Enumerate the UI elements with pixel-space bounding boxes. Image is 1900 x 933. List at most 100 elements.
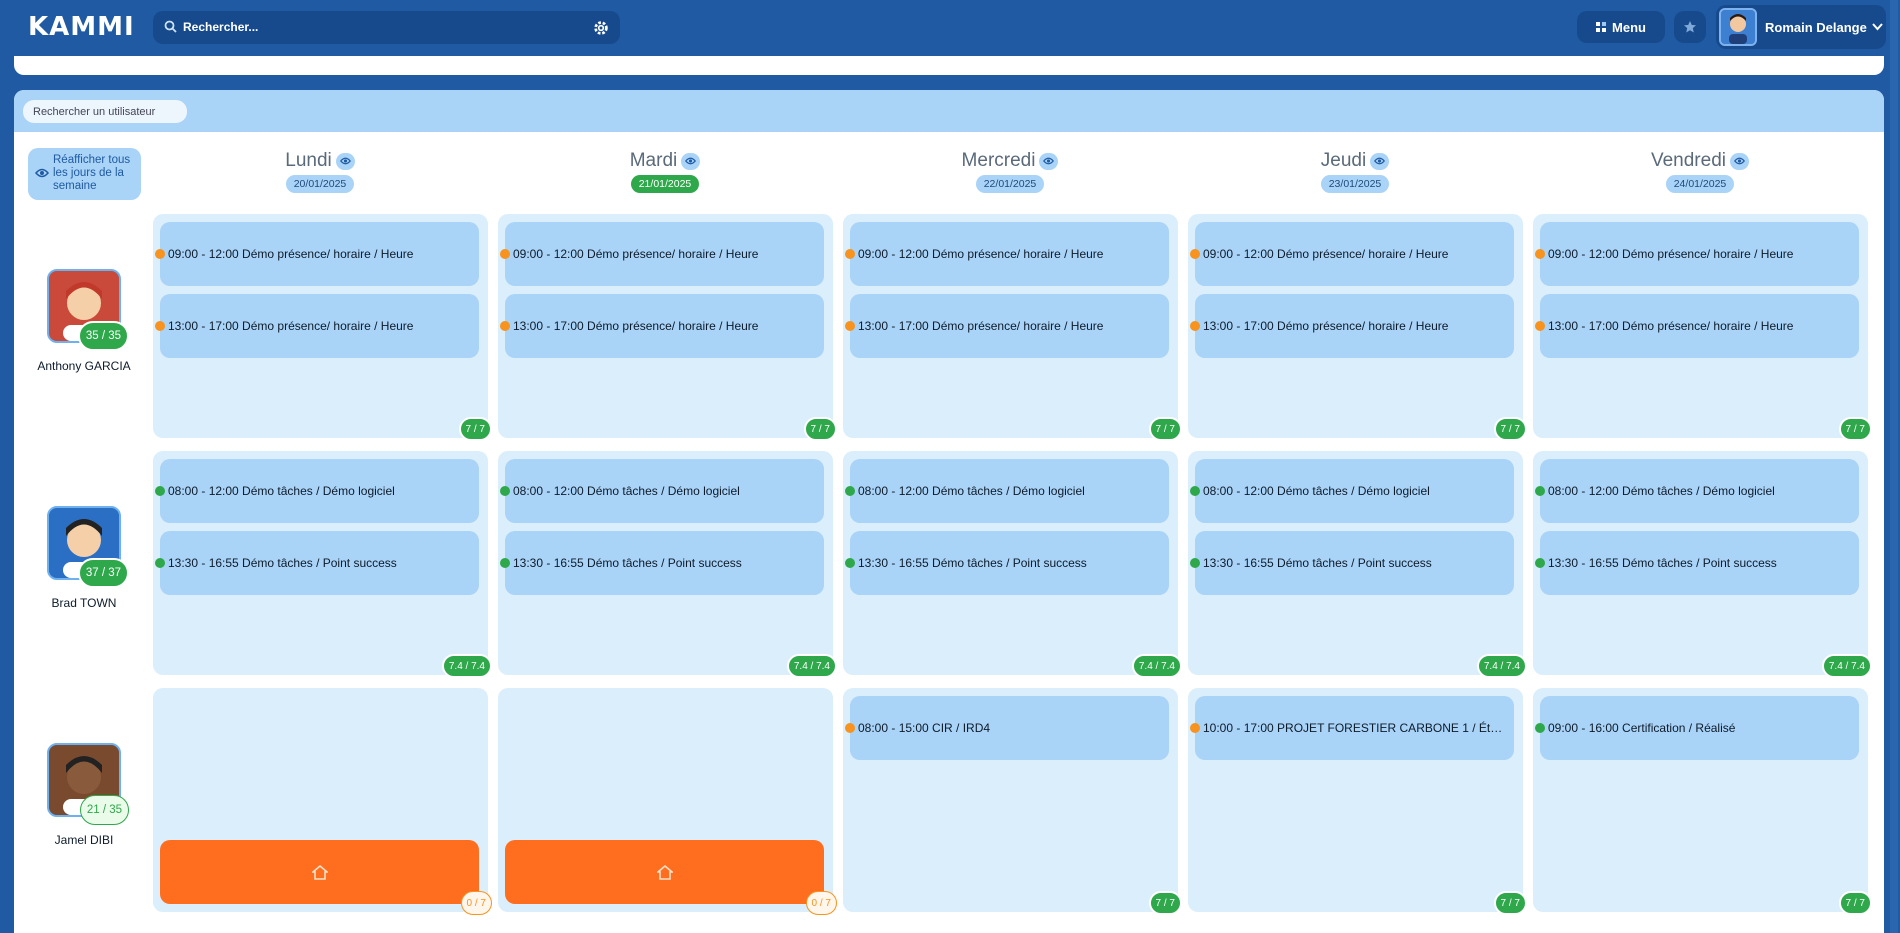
planning-event[interactable]: 13:00 - 17:00 Démo présence/ horaire / H…	[1535, 294, 1859, 358]
app-logo[interactable]: KAMMI	[28, 12, 135, 42]
absence-block[interactable]	[505, 840, 824, 904]
event-label: 08:00 - 12:00 Démo tâches / Démo logicie…	[168, 484, 395, 498]
day-cell[interactable]: 09:00 - 12:00 Démo présence/ horaire / H…	[498, 214, 837, 441]
planning-event[interactable]: 13:30 - 16:55 Démo tâches / Point succes…	[500, 531, 824, 595]
day-hours-badge: 7 / 7	[1148, 417, 1182, 441]
status-dot	[500, 558, 510, 568]
day-name: Mercredi	[962, 150, 1059, 172]
planning-event[interactable]: 13:00 - 17:00 Démo présence/ horaire / H…	[500, 294, 824, 358]
event-label: 08:00 - 12:00 Démo tâches / Démo logicie…	[513, 484, 740, 498]
status-dot	[1535, 558, 1545, 568]
day-name: Mardi	[630, 150, 701, 172]
menu-label: Menu	[1612, 19, 1646, 35]
status-dot	[845, 249, 855, 259]
planning-event[interactable]: 09:00 - 12:00 Démo présence/ horaire / H…	[155, 222, 479, 286]
day-cell[interactable]: 09:00 - 16:00 Certification / Réalisé 7 /…	[1533, 688, 1872, 915]
user-name-label: Jamel DIBI	[54, 833, 114, 847]
week-hours-badge: 21 / 35	[79, 795, 129, 825]
status-dot	[1190, 486, 1200, 496]
day-hours-badge: 7.4 / 7.4	[441, 654, 492, 678]
gear-icon[interactable]	[592, 19, 610, 37]
day-hours-badge: 7 / 7	[1838, 891, 1872, 915]
day-cell[interactable]: 08:00 - 12:00 Démo tâches / Démo logicie…	[1188, 451, 1527, 678]
hide-day-icon[interactable]	[335, 152, 355, 170]
day-name: Vendredi	[1651, 150, 1749, 172]
day-cell[interactable]: 09:00 - 12:00 Démo présence/ horaire / H…	[153, 214, 492, 441]
planning-event[interactable]: 13:00 - 17:00 Démo présence/ horaire / H…	[845, 294, 1169, 358]
day-cell[interactable]: 08:00 - 12:00 Démo tâches / Démo logicie…	[1533, 451, 1872, 678]
day-hours-badge: 7 / 7	[1838, 417, 1872, 441]
day-cell[interactable]: 0 / 7	[153, 688, 492, 915]
planning-event[interactable]: 08:00 - 15:00 CIR / IRD4	[845, 696, 1169, 760]
planning-event[interactable]: 08:00 - 12:00 Démo tâches / Démo logicie…	[1535, 459, 1859, 523]
user-card[interactable]: 37 / 37 Brad TOWN	[28, 506, 140, 610]
reshow-days-button[interactable]: Réafficher tous les jours de la semaine	[28, 148, 141, 200]
day-date: 24/01/2025	[1665, 175, 1735, 193]
status-dot	[500, 321, 510, 331]
planning-event[interactable]: 09:00 - 12:00 Démo présence/ horaire / H…	[845, 222, 1169, 286]
day-cell[interactable]: 09:00 - 12:00 Démo présence/ horaire / H…	[1533, 214, 1872, 441]
event-label: 13:00 - 17:00 Démo présence/ horaire / H…	[1203, 319, 1449, 333]
day-date: 22/01/2025	[975, 175, 1045, 193]
day-hours-badge: 7 / 7	[803, 417, 837, 441]
event-label: 09:00 - 16:00 Certification / Réalisé	[1548, 721, 1736, 735]
star-icon	[1684, 21, 1696, 33]
status-dot	[500, 249, 510, 259]
user-card[interactable]: 21 / 35 Jamel DIBI	[28, 743, 140, 847]
day-date: 20/01/2025	[285, 175, 355, 193]
planning-event[interactable]: 13:30 - 16:55 Démo tâches / Point succes…	[1190, 531, 1514, 595]
reshow-label: Réafficher tous les jours de la semaine	[53, 154, 131, 192]
day-cell[interactable]: 10:00 - 17:00 PROJET FORESTIER CARBONE 1…	[1188, 688, 1527, 915]
user-avatar[interactable]: 37 / 37	[47, 506, 129, 588]
event-label: 09:00 - 12:00 Démo présence/ horaire / H…	[513, 247, 759, 261]
absence-block[interactable]	[160, 840, 479, 904]
favorites-button[interactable]	[1674, 11, 1706, 43]
hide-day-icon[interactable]	[1370, 152, 1390, 170]
planning-event[interactable]: 13:00 - 17:00 Démo présence/ horaire / H…	[155, 294, 479, 358]
day-cell[interactable]: 08:00 - 12:00 Démo tâches / Démo logicie…	[153, 451, 492, 678]
user-avatar[interactable]: 35 / 35	[47, 269, 129, 351]
user-menu[interactable]: Romain Delange	[1716, 5, 1886, 49]
day-hours-badge: 7 / 7	[1493, 417, 1527, 441]
day-cell[interactable]: 08:00 - 15:00 CIR / IRD4 7 / 7	[843, 688, 1182, 915]
hide-day-icon[interactable]	[1039, 152, 1059, 170]
status-dot	[500, 486, 510, 496]
planning-event[interactable]: 08:00 - 12:00 Démo tâches / Démo logicie…	[500, 459, 824, 523]
day-date: 23/01/2025	[1320, 175, 1390, 193]
user-card[interactable]: 35 / 35 Anthony GARCIA	[28, 269, 140, 373]
day-cell[interactable]: 0 / 7	[498, 688, 837, 915]
planning-event[interactable]: 13:00 - 17:00 Démo présence/ horaire / H…	[1190, 294, 1514, 358]
day-hours-badge: 7.4 / 7.4	[1476, 654, 1527, 678]
event-label: 08:00 - 12:00 Démo tâches / Démo logicie…	[858, 484, 1085, 498]
planning-event[interactable]: 09:00 - 12:00 Démo présence/ horaire / H…	[1535, 222, 1859, 286]
status-dot	[845, 321, 855, 331]
planning-event[interactable]: 09:00 - 12:00 Démo présence/ horaire / H…	[1190, 222, 1514, 286]
page-scrollbar[interactable]	[1890, 0, 1898, 933]
day-cell[interactable]: 09:00 - 12:00 Démo présence/ horaire / H…	[1188, 214, 1527, 441]
planning-event[interactable]: 09:00 - 12:00 Démo présence/ horaire / H…	[500, 222, 824, 286]
day-cell[interactable]: 08:00 - 12:00 Démo tâches / Démo logicie…	[498, 451, 837, 678]
collapsed-panel	[14, 56, 1884, 75]
search-input[interactable]: Rechercher...	[183, 20, 258, 34]
global-search[interactable]: Rechercher...	[153, 11, 620, 44]
user-search-input[interactable]	[23, 100, 187, 123]
event-label: 08:00 - 12:00 Démo tâches / Démo logicie…	[1548, 484, 1775, 498]
day-cell[interactable]: 09:00 - 12:00 Démo présence/ horaire / H…	[843, 214, 1182, 441]
menu-button[interactable]: Menu	[1577, 11, 1665, 43]
planning-event[interactable]: 13:30 - 16:55 Démo tâches / Point succes…	[1535, 531, 1859, 595]
planning-event[interactable]: 13:30 - 16:55 Démo tâches / Point succes…	[155, 531, 479, 595]
planning-event[interactable]: 13:30 - 16:55 Démo tâches / Point succes…	[845, 531, 1169, 595]
event-label: 13:00 - 17:00 Démo présence/ horaire / H…	[513, 319, 759, 333]
planning-event[interactable]: 08:00 - 12:00 Démo tâches / Démo logicie…	[845, 459, 1169, 523]
user-avatar[interactable]: 21 / 35	[47, 743, 129, 825]
day-name-label: Jeudi	[1320, 150, 1367, 171]
planning-event[interactable]: 08:00 - 12:00 Démo tâches / Démo logicie…	[155, 459, 479, 523]
planning-event[interactable]: 10:00 - 17:00 PROJET FORESTIER CARBONE 1…	[1190, 696, 1514, 760]
planning-event[interactable]: 09:00 - 16:00 Certification / Réalisé	[1535, 696, 1859, 760]
hide-day-icon[interactable]	[681, 152, 701, 170]
search-icon	[164, 20, 177, 33]
day-cell[interactable]: 08:00 - 12:00 Démo tâches / Démo logicie…	[843, 451, 1182, 678]
day-hours-badge: 7 / 7	[1148, 891, 1182, 915]
hide-day-icon[interactable]	[1730, 152, 1749, 170]
planning-event[interactable]: 08:00 - 12:00 Démo tâches / Démo logicie…	[1190, 459, 1514, 523]
